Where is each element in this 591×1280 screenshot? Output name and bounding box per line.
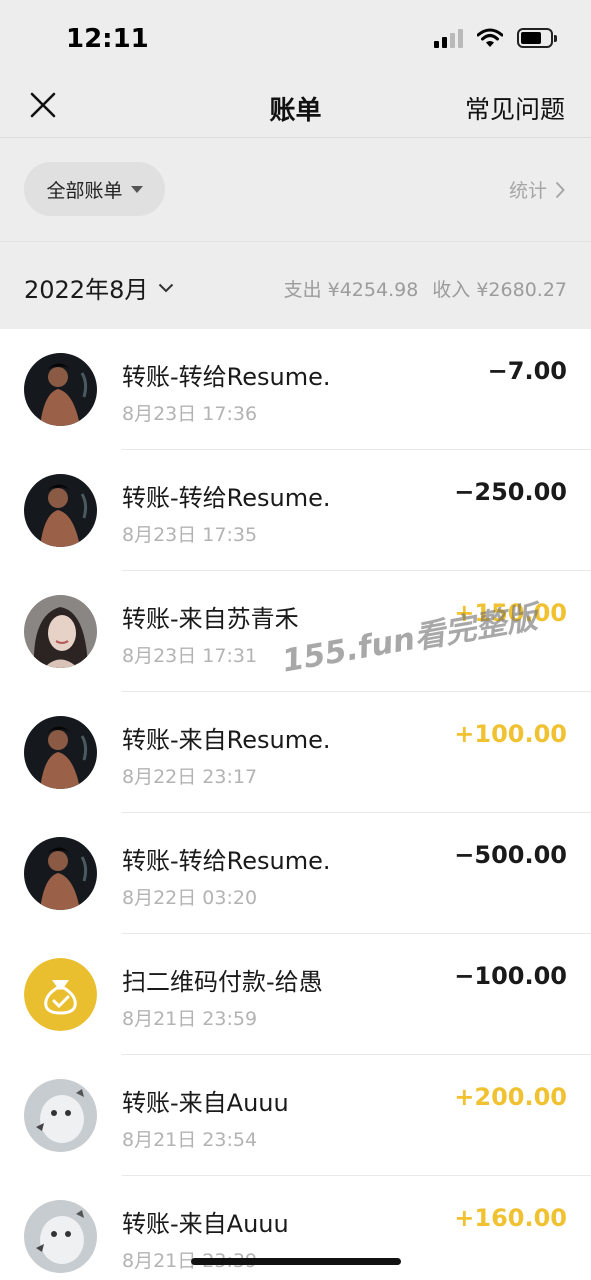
status-bar: 12:11 [0,0,591,80]
cat-avatar [24,1200,97,1273]
transaction-amount: +200.00 [454,1083,567,1111]
money-bag-icon [24,958,97,1031]
portrait-avatar [24,595,97,668]
transaction-title: 转账-来自苏青禾 [122,605,299,633]
transaction-time: 8月21日 23:54 [122,1129,258,1151]
dark-avatar [24,716,97,789]
cat-avatar [24,1079,97,1152]
month-summary-row: 2022年8月 支出 ¥4254.98 收入 ¥2680.27 [0,241,591,329]
filter-row: 全部账单 统计 [0,138,591,241]
expense-total: 支出 ¥4254.98 [283,279,419,301]
stats-link[interactable]: 统计 [509,176,565,203]
transaction-amount: −500.00 [454,841,567,869]
home-indicator[interactable] [191,1258,401,1265]
transaction-time: 8月22日 23:17 [122,766,258,788]
transaction-row[interactable]: 扫二维码付款-给愚 8月21日 23:59 −100.00 [0,934,591,1055]
month-selector[interactable]: 2022年8月 [24,270,174,305]
transaction-time: 8月21日 23:59 [122,1008,258,1030]
caret-down-icon [130,185,143,193]
transaction-title: 转账-来自Auuu [122,1210,289,1238]
month-label: 2022年8月 [24,276,149,304]
transaction-amount: −250.00 [454,478,567,506]
transaction-row[interactable]: 转账-转给Resume. 8月23日 17:35 −250.00 [0,450,591,571]
transaction-time: 8月23日 17:31 [122,645,258,667]
transaction-title: 转账-来自Resume. [122,726,331,754]
transaction-time: 8月23日 17:36 [122,403,258,425]
faq-link[interactable]: 常见问题 [465,90,565,126]
status-icons [434,28,557,48]
transaction-title: 转账-来自Auuu [122,1089,289,1117]
battery-icon [517,28,557,48]
transaction-amount: −7.00 [487,357,567,385]
transaction-row[interactable]: 转账-转给Resume. 8月23日 17:36 −7.00 [0,329,591,450]
transaction-row[interactable]: 转账-来自Resume. 8月22日 23:17 +100.00 [0,692,591,813]
transaction-amount: −100.00 [454,962,567,990]
stats-label: 统计 [508,180,547,202]
transaction-row[interactable]: 转账-转给Resume. 8月22日 03:20 −500.00 [0,813,591,934]
chevron-right-icon [555,181,565,198]
transaction-title: 转账-转给Resume. [122,484,331,512]
transaction-time: 8月22日 03:20 [122,887,258,909]
transaction-row[interactable]: 转账-来自苏青禾 8月23日 17:31 +150.00 [0,571,591,692]
dark-avatar [24,353,97,426]
nav-bar: 账单 常见问题 [0,80,591,138]
status-time: 12:11 [66,24,149,54]
month-totals: 支出 ¥4254.98 收入 ¥2680.27 [284,275,567,302]
income-total: 收入 ¥2680.27 [432,279,567,301]
header-area: 12:11 账单 常见问题 全部账单 统计 [0,0,591,241]
transaction-title: 转账-转给Resume. [122,363,331,391]
signal-icon [434,28,463,48]
transaction-amount: +150.00 [454,599,567,627]
transaction-row[interactable]: 转账-来自Auuu 8月21日 23:54 +200.00 [0,1055,591,1176]
dark-avatar [24,474,97,547]
chevron-down-icon [159,283,174,292]
transaction-time: 8月23日 17:35 [122,524,258,546]
transaction-title: 扫二维码付款-给愚 [122,968,323,996]
transaction-list: 转账-转给Resume. 8月23日 17:36 −7.00 转账-转给Resu… [0,329,591,1280]
bill-filter-button[interactable]: 全部账单 [24,162,165,216]
transaction-amount: +100.00 [454,720,567,748]
transaction-title: 转账-转给Resume. [122,847,331,875]
dark-avatar [24,837,97,910]
bill-filter-label: 全部账单 [46,179,123,202]
wifi-icon [477,28,503,47]
transaction-amount: +160.00 [454,1204,567,1232]
